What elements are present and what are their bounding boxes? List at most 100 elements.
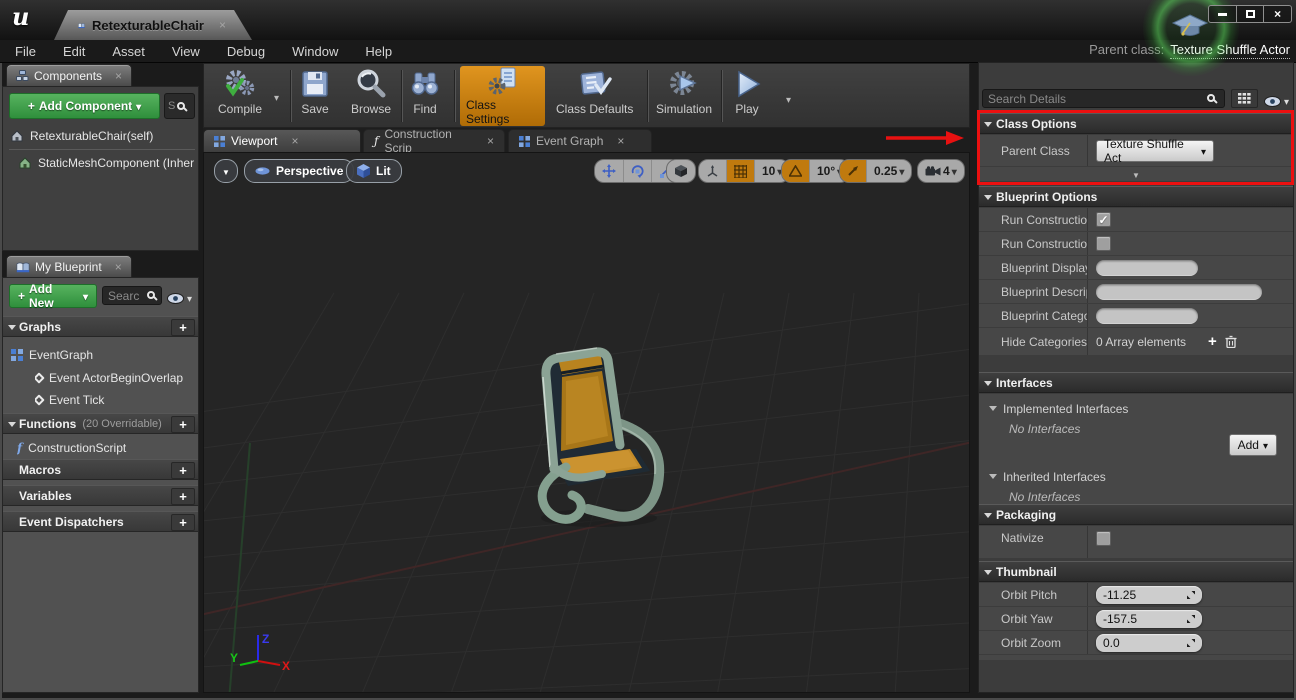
nativize-checkbox[interactable] bbox=[1096, 531, 1111, 546]
close-tab-icon[interactable] bbox=[487, 134, 494, 148]
interfaces-header[interactable]: Interfaces bbox=[979, 372, 1293, 393]
tab-viewport[interactable]: Viewport bbox=[203, 129, 361, 152]
scale-snap-value-button[interactable]: 0.25 bbox=[866, 160, 911, 182]
close-panel-icon[interactable] bbox=[115, 260, 122, 274]
minimize-button[interactable] bbox=[1209, 6, 1236, 22]
component-row-staticmesh[interactable]: StaticMeshComponent (Inher bbox=[19, 152, 199, 174]
menu-view[interactable]: View bbox=[172, 44, 200, 59]
close-tab-icon[interactable] bbox=[617, 134, 624, 148]
tab-event-graph[interactable]: Event Graph bbox=[508, 129, 652, 152]
trash-icon[interactable] bbox=[1225, 335, 1237, 348]
my-blueprint-panel-tab[interactable]: My Blueprint bbox=[6, 255, 132, 277]
search-icon bbox=[177, 102, 185, 110]
unreal-engine-logo-icon: u bbox=[12, 2, 29, 31]
add-new-button[interactable]: Add New bbox=[9, 284, 97, 308]
graphs-section-header[interactable]: Graphs + bbox=[3, 316, 198, 337]
close-tab-icon[interactable] bbox=[219, 18, 226, 32]
axis-x-label: X bbox=[282, 659, 290, 673]
orbit-yaw-field[interactable]: -157.5 bbox=[1096, 610, 1202, 628]
thumbnail-header[interactable]: Thumbnail bbox=[979, 561, 1293, 582]
implemented-interfaces-expander[interactable]: Implemented Interfaces bbox=[989, 402, 1293, 416]
add-variable-button[interactable]: + bbox=[171, 488, 195, 505]
close-tab-icon[interactable] bbox=[291, 134, 298, 148]
tab-label: Construction Scrip bbox=[384, 127, 473, 155]
row-label: Orbit Pitch bbox=[979, 588, 1087, 602]
viewport-options-button[interactable] bbox=[214, 159, 238, 183]
close-panel-icon[interactable] bbox=[115, 69, 122, 83]
maximize-button[interactable] bbox=[1236, 6, 1264, 22]
blueprint-options-header[interactable]: Blueprint Options bbox=[979, 186, 1293, 207]
components-panel-tab[interactable]: Components bbox=[6, 64, 132, 86]
rotation-snap-toggle[interactable] bbox=[782, 160, 809, 182]
grid-snap-toggle[interactable] bbox=[726, 160, 754, 182]
move-tool-button[interactable] bbox=[595, 160, 623, 182]
add-graph-button[interactable]: + bbox=[171, 319, 195, 336]
graduation-cap-icon[interactable] bbox=[1171, 11, 1209, 41]
run-construction-row-1: Run Construction bbox=[979, 208, 1293, 232]
details-view-options-button[interactable] bbox=[1264, 92, 1289, 110]
view-mode-button[interactable]: Lit bbox=[346, 159, 402, 183]
hide-categories-value: 0 Array elements bbox=[1096, 335, 1186, 349]
orbit-yaw-value: -157.5 bbox=[1103, 612, 1137, 626]
coordinate-system-button[interactable] bbox=[667, 160, 695, 182]
add-function-button[interactable]: + bbox=[171, 416, 195, 433]
visibility-filter-button[interactable] bbox=[167, 289, 192, 307]
components-search-box[interactable]: S bbox=[164, 93, 195, 119]
compile-options-caret[interactable] bbox=[274, 88, 279, 106]
add-interface-button[interactable]: Add bbox=[1229, 434, 1277, 456]
class-settings-button[interactable]: Class Settings bbox=[460, 66, 545, 126]
document-tab-retexturablechair[interactable]: RetexturableChair bbox=[54, 10, 252, 40]
menu-asset[interactable]: Asset bbox=[112, 44, 145, 59]
event-dispatchers-section-header[interactable]: Event Dispatchers + bbox=[3, 511, 198, 532]
my-blueprint-panel: Add New Graphs + EventGraph Event ActorB bbox=[2, 277, 199, 693]
menu-file[interactable]: File bbox=[15, 44, 36, 59]
camera-speed-button[interactable]: 4 bbox=[918, 160, 964, 182]
event-tick-row[interactable]: Event Tick bbox=[35, 389, 197, 411]
construction-script-row[interactable]: ƒ ConstructionScript bbox=[17, 437, 195, 459]
orbit-zoom-field[interactable]: 0.0 bbox=[1096, 634, 1202, 652]
caret-down-icon bbox=[899, 164, 904, 178]
details-search-input[interactable] bbox=[982, 89, 1225, 108]
orbit-pitch-field[interactable]: -11.25 bbox=[1096, 586, 1202, 604]
play-button[interactable]: Play bbox=[732, 68, 762, 116]
property-matrix-button[interactable] bbox=[1231, 89, 1258, 108]
add-event-dispatcher-button[interactable]: + bbox=[171, 514, 195, 531]
close-button[interactable]: × bbox=[1263, 6, 1291, 22]
inherited-interfaces-expander[interactable]: Inherited Interfaces bbox=[989, 470, 1293, 484]
menu-edit[interactable]: Edit bbox=[63, 44, 85, 59]
play-options-caret[interactable] bbox=[786, 90, 791, 108]
find-button[interactable]: Find bbox=[409, 68, 441, 116]
event-graph-row[interactable]: EventGraph bbox=[11, 344, 196, 366]
run-construction-checkbox-checked[interactable] bbox=[1096, 212, 1111, 227]
browse-button[interactable]: Browse bbox=[351, 68, 391, 116]
tab-construction-script[interactable]: ƒ Construction Scrip bbox=[363, 129, 505, 152]
run-construction-checkbox-unchecked[interactable] bbox=[1096, 236, 1111, 251]
event-actorbeginoverlap-row[interactable]: Event ActorBeginOverlap bbox=[35, 367, 197, 389]
blueprint-options-header-label: Blueprint Options bbox=[996, 190, 1097, 204]
menu-help[interactable]: Help bbox=[365, 44, 392, 59]
parent-class-value[interactable]: Texture Shuffle Actor bbox=[1170, 42, 1290, 59]
scale-snap-toggle[interactable] bbox=[840, 160, 866, 182]
macros-section-header[interactable]: Macros + bbox=[3, 459, 198, 480]
add-macro-button[interactable]: + bbox=[171, 462, 195, 479]
add-component-button[interactable]: Add Component bbox=[9, 93, 160, 119]
functions-section-header[interactable]: Functions (20 Overridable) + bbox=[3, 413, 198, 434]
camera-mode-button[interactable]: Perspective bbox=[244, 159, 354, 183]
component-row-self[interactable]: RetexturableChair(self) bbox=[11, 125, 196, 147]
blueprint-display-field[interactable] bbox=[1096, 260, 1198, 276]
variables-section-header[interactable]: Variables + bbox=[3, 485, 198, 506]
compile-button[interactable]: Compile bbox=[218, 68, 262, 116]
class-defaults-button[interactable]: Class Defaults bbox=[556, 68, 633, 116]
blueprint-category-field[interactable] bbox=[1096, 308, 1198, 324]
blueprint-description-field[interactable] bbox=[1096, 284, 1262, 300]
simulation-button[interactable]: Simulation bbox=[656, 68, 712, 116]
3d-viewport[interactable]: Perspective Lit bbox=[203, 152, 970, 693]
save-button[interactable]: Save bbox=[300, 68, 330, 116]
add-array-element-icon[interactable] bbox=[1208, 333, 1217, 350]
surface-snap-button[interactable] bbox=[699, 160, 726, 182]
menu-window[interactable]: Window bbox=[292, 44, 338, 59]
menu-debug[interactable]: Debug bbox=[227, 44, 265, 59]
drag-handle-icon bbox=[1187, 591, 1195, 599]
packaging-header[interactable]: Packaging bbox=[979, 504, 1293, 525]
rotate-tool-button[interactable] bbox=[623, 160, 651, 182]
